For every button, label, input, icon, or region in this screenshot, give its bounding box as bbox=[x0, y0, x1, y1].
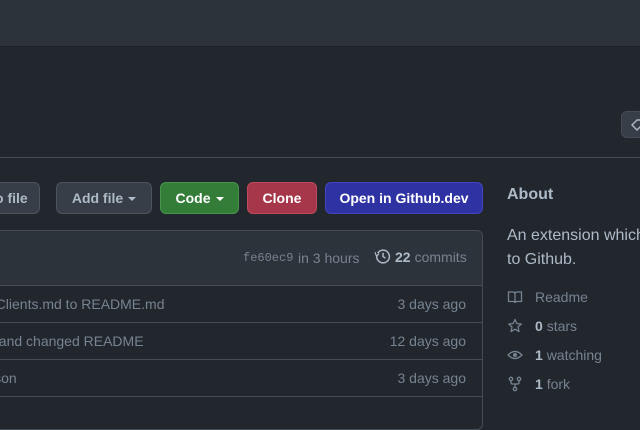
commit-age: 12 days ago bbox=[389, 333, 466, 349]
table-row[interactable]: t and changed README 12 days ago bbox=[0, 323, 482, 360]
watchers-link[interactable]: 1 watching bbox=[507, 347, 602, 363]
fork-icon bbox=[508, 376, 522, 392]
chevron-down-icon bbox=[128, 197, 137, 201]
latest-commit-bar: fe60ec9 in 3 hours 22 commits bbox=[0, 231, 482, 286]
repo-header bbox=[0, 47, 640, 158]
about-description: An extension which to Github. bbox=[507, 227, 640, 268]
add-file-button[interactable]: Add file bbox=[56, 182, 152, 214]
commits-link[interactable]: 22 commits bbox=[374, 248, 467, 265]
open-in-github-dev-label: Open in Github.dev bbox=[339, 190, 469, 206]
go-to-file-button[interactable]: o file bbox=[0, 182, 40, 214]
commit-age: 3 days ago bbox=[397, 370, 467, 386]
forks-link[interactable]: 1 fork bbox=[507, 376, 570, 392]
commits-label: commits bbox=[414, 248, 467, 265]
open-in-github-dev-button[interactable]: Open in Github.dev bbox=[325, 182, 483, 214]
commit-sha-link[interactable]: fe60ec9 bbox=[243, 251, 293, 265]
code-button[interactable]: Code bbox=[160, 182, 239, 214]
commit-message[interactable]: -Clients.md to README.md bbox=[0, 296, 164, 312]
fork-count: 1 bbox=[535, 376, 543, 392]
clone-button[interactable]: Clone bbox=[247, 182, 317, 214]
stars-count: 0 bbox=[535, 318, 543, 334]
readme-link[interactable]: Readme bbox=[507, 289, 588, 305]
code-label: Code bbox=[175, 190, 211, 206]
eye-icon bbox=[507, 350, 523, 360]
tag-icon bbox=[631, 119, 640, 131]
file-list: fe60ec9 in 3 hours 22 commits -Clients.m… bbox=[0, 230, 483, 430]
clone-label: Clone bbox=[262, 190, 302, 206]
stars-label: stars bbox=[546, 318, 578, 334]
watching-label: watching bbox=[546, 347, 602, 363]
history-icon bbox=[374, 249, 391, 264]
tag-button[interactable] bbox=[621, 111, 640, 138]
star-icon bbox=[508, 318, 522, 333]
go-to-file-label: o file bbox=[0, 190, 28, 206]
commits-count: 22 bbox=[395, 248, 411, 265]
about-heading: About bbox=[507, 186, 554, 203]
table-row[interactable]: -Clients.md to README.md 3 days ago bbox=[0, 286, 482, 323]
book-icon bbox=[507, 291, 523, 304]
readme-label: Readme bbox=[535, 289, 588, 305]
fork-label: fork bbox=[546, 376, 571, 392]
commit-message[interactable]: json bbox=[0, 370, 17, 386]
commit-time[interactable]: in 3 hours bbox=[298, 250, 359, 266]
table-row[interactable]: json 3 days ago bbox=[0, 360, 482, 397]
add-file-label: Add file bbox=[71, 190, 124, 206]
commit-message[interactable]: t and changed README bbox=[0, 333, 144, 349]
watching-count: 1 bbox=[535, 347, 543, 363]
top-header bbox=[0, 0, 640, 47]
chevron-down-icon bbox=[215, 197, 224, 201]
commit-age: 3 days ago bbox=[397, 296, 467, 312]
stars-link[interactable]: 0 stars bbox=[507, 318, 577, 334]
